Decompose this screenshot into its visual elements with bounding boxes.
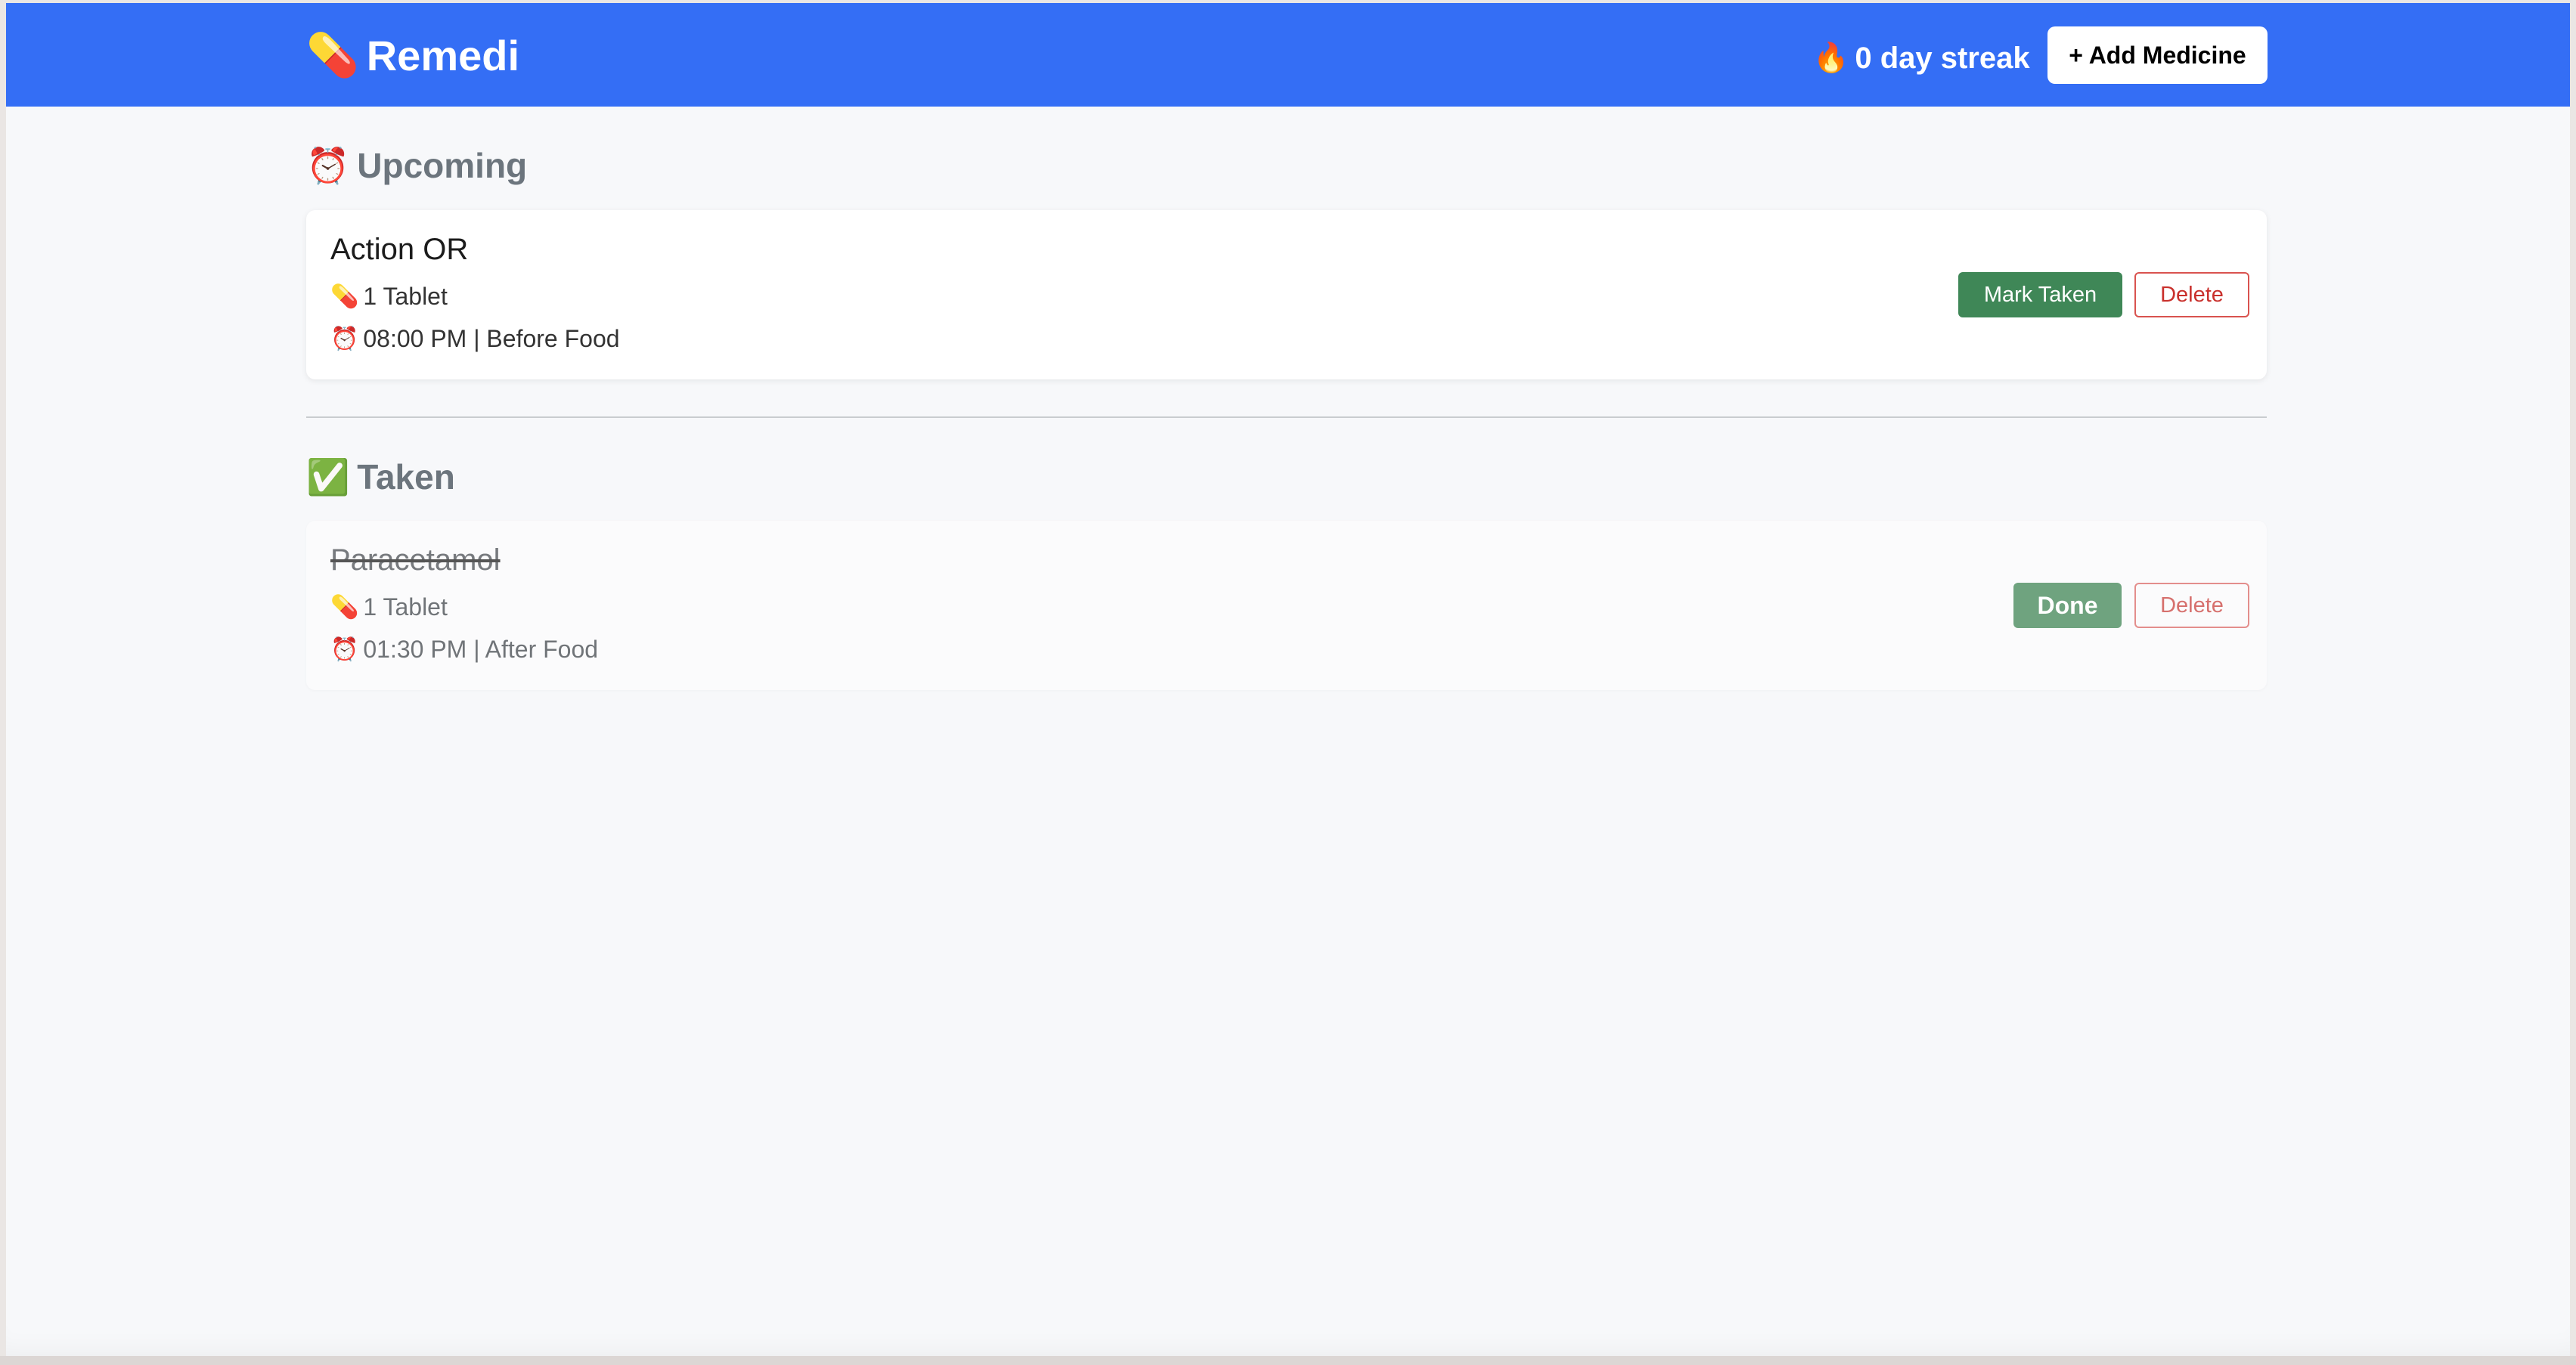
schedule-line: ⏰ 01:30 PM | After Food (330, 636, 598, 664)
schedule-line: ⏰ 08:00 PM | Before Food (330, 325, 620, 353)
alarm-clock-icon: ⏰ (330, 327, 359, 351)
schedule-text: 01:30 PM | After Food (363, 636, 599, 663)
dose-line: 💊 1 Tablet (330, 283, 448, 311)
schedule-text: 08:00 PM | Before Food (363, 325, 620, 352)
section-divider (306, 416, 2267, 418)
alarm-clock-icon: ⏰ (306, 145, 350, 185)
alarm-clock-icon: ⏰ (330, 637, 359, 662)
navbar: 💊 Remedi 🔥 0 day streak + Add Medicine (6, 3, 2570, 107)
brand-title: Remedi (366, 31, 520, 79)
check-mark-icon: ✅ (306, 457, 350, 497)
pill-icon: 💊 (330, 284, 359, 309)
mark-taken-button[interactable]: Mark Taken (1958, 272, 2122, 317)
window-bottom-edge (0, 1356, 2576, 1365)
delete-button[interactable]: Delete (2134, 272, 2249, 317)
pill-icon: 💊 (306, 31, 359, 79)
app-window: 💊 Remedi 🔥 0 day streak + Add Medicine ⏰… (6, 3, 2570, 1356)
taken-title-text: Taken (357, 457, 455, 497)
upcoming-title-text: Upcoming (357, 146, 528, 185)
delete-button[interactable]: Delete (2134, 583, 2249, 628)
add-medicine-button[interactable]: + Add Medicine (2047, 26, 2268, 84)
taken-section-title: ✅ Taken (306, 450, 455, 503)
upcoming-section-title: ⏰ Upcoming (306, 139, 527, 192)
streak-text: 0 day streak (1855, 41, 2030, 75)
streak-indicator: 🔥 0 day streak (1813, 33, 2030, 83)
brand[interactable]: 💊 Remedi (306, 29, 519, 82)
dose-text: 1 Tablet (363, 593, 448, 621)
medicine-card: Action OR 💊 1 Tablet ⏰ 08:00 PM | Before… (306, 210, 2267, 379)
medicine-name: Action OR (330, 233, 469, 266)
fire-icon: 🔥 (1813, 42, 1849, 74)
dose-text: 1 Tablet (363, 283, 448, 310)
done-button[interactable]: Done (2013, 583, 2122, 628)
pill-icon: 💊 (330, 595, 359, 620)
medicine-name: Paracetamol (330, 543, 501, 577)
medicine-card: Paracetamol 💊 1 Tablet ⏰ 01:30 PM | Afte… (306, 521, 2267, 690)
dose-line: 💊 1 Tablet (330, 593, 448, 621)
